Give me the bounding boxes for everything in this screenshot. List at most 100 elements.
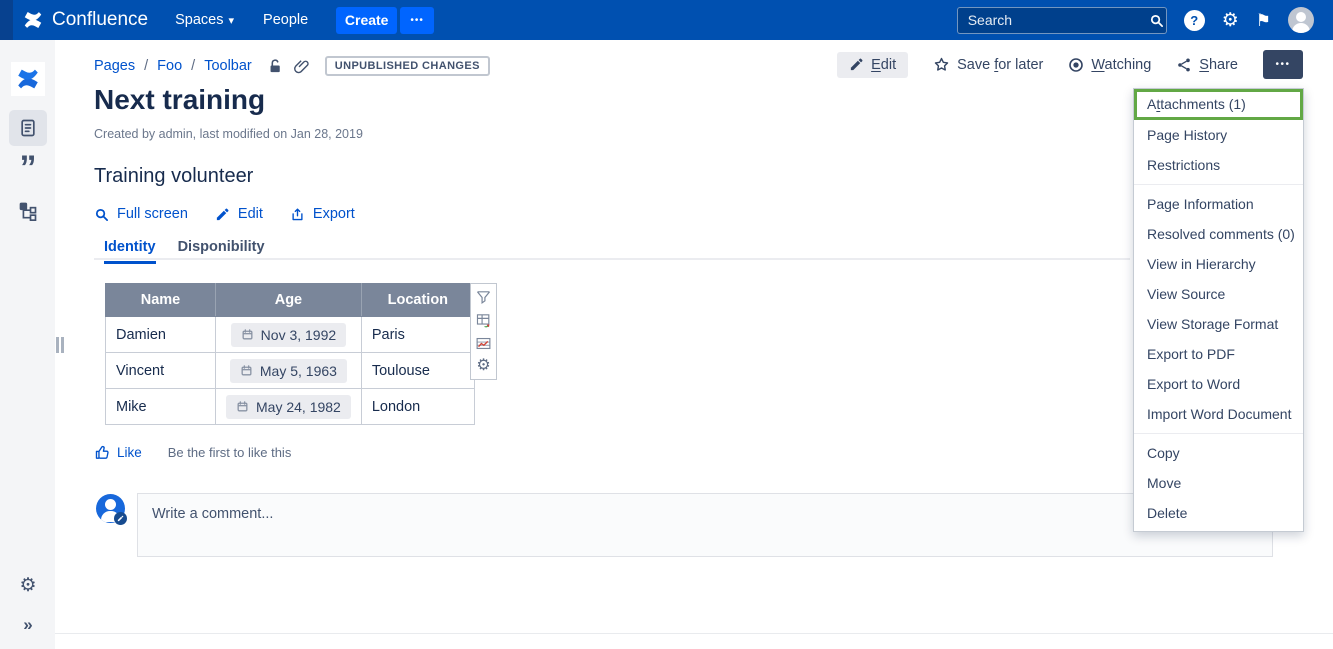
column-header-age[interactable]: Age [216, 284, 362, 317]
full-screen-link[interactable]: Full screen [94, 206, 188, 222]
export-icon [290, 207, 305, 222]
menu-separator [1134, 184, 1303, 185]
attachments-paperclip-icon[interactable] [293, 58, 310, 75]
table-row: Mike May 24, 1982 London [106, 389, 475, 425]
like-button[interactable]: Like [94, 444, 142, 461]
table-filter-icon[interactable] [474, 287, 494, 307]
column-header-name[interactable]: Name [106, 284, 216, 317]
cell-location[interactable]: Paris [361, 317, 474, 353]
table-side-toolbar: ⚙ [470, 283, 497, 380]
edit-button[interactable]: Edit [837, 52, 908, 78]
thumbs-up-icon [94, 444, 111, 461]
cell-name[interactable]: Vincent [106, 353, 216, 389]
cell-name[interactable]: Mike [106, 389, 216, 425]
search-box[interactable] [957, 7, 1167, 34]
sidebar-item-pages[interactable] [9, 110, 47, 146]
page-actions-bar: Edit Save for later Watching Share ••• [837, 50, 1303, 79]
create-button[interactable]: Create [336, 7, 397, 34]
magnifier-icon [94, 207, 109, 222]
space-settings-gear-icon[interactable]: ⚙ [11, 573, 45, 597]
cell-age[interactable]: May 24, 1982 [216, 389, 362, 425]
sidebar-item-blog[interactable]: ” [11, 152, 45, 184]
menu-separator [1134, 433, 1303, 434]
breadcrumb-separator: / [191, 58, 195, 74]
comment-user-avatar[interactable] [96, 494, 125, 523]
pencil-icon [849, 57, 864, 72]
calendar-icon [240, 364, 253, 377]
breadcrumb-foo[interactable]: Foo [157, 58, 182, 74]
unrestricted-lock-icon[interactable] [267, 58, 284, 75]
menu-item-view-source[interactable]: View Source [1134, 279, 1303, 309]
cell-location[interactable]: Toulouse [361, 353, 474, 389]
hierarchy-tree-icon [18, 201, 38, 221]
avatar-torso [1292, 23, 1310, 33]
menu-item-move[interactable]: Move [1134, 468, 1303, 498]
page-title: Next training [94, 84, 265, 116]
content-bottom-rule [55, 633, 1333, 634]
more-actions-menu: Attachments (1) Page History Restriction… [1133, 88, 1304, 532]
sidebar-item-hierarchy[interactable] [11, 196, 45, 226]
watching-button[interactable]: Watching [1068, 57, 1151, 73]
menu-item-copy[interactable]: Copy [1134, 438, 1303, 468]
cell-age[interactable]: May 5, 1963 [216, 353, 362, 389]
table-row: Damien Nov 3, 1992 Paris [106, 317, 475, 353]
cell-name[interactable]: Damien [106, 317, 216, 353]
watch-eye-icon [1068, 57, 1084, 73]
topbar-right-cluster: ? ⚙ ⚑ [957, 0, 1333, 40]
user-avatar[interactable] [1288, 7, 1314, 33]
table-pivot-icon[interactable] [474, 310, 494, 330]
breadcrumb-pages[interactable]: Pages [94, 58, 135, 74]
menu-item-restrictions[interactable]: Restrictions [1134, 150, 1303, 180]
date-pill[interactable]: May 24, 1982 [226, 395, 351, 419]
menu-item-page-history[interactable]: Page History [1134, 120, 1303, 150]
menu-item-export-to-word[interactable]: Export to Word [1134, 369, 1303, 399]
menu-item-attachments[interactable]: Attachments (1) [1134, 89, 1303, 120]
menu-item-resolved-comments[interactable]: Resolved comments (0) [1134, 219, 1303, 249]
search-input[interactable] [968, 12, 1149, 28]
create-more-button[interactable]: ••• [400, 7, 434, 34]
help-icon[interactable]: ? [1184, 10, 1205, 31]
volunteer-table: Name Age Location Damien Nov 3, 1992 Par… [105, 283, 475, 425]
sidebar-expand-icon[interactable]: » [11, 614, 45, 636]
nav-people[interactable]: People [263, 12, 308, 28]
tab-disponibility[interactable]: Disponibility [178, 239, 265, 264]
menu-item-view-in-hierarchy[interactable]: View in Hierarchy [1134, 249, 1303, 279]
chevron-down-icon: ▾ [229, 14, 235, 27]
cell-age[interactable]: Nov 3, 1992 [216, 317, 362, 353]
menu-item-delete[interactable]: Delete [1134, 498, 1303, 528]
space-logo-tile[interactable] [11, 62, 45, 96]
notifications-flag-icon[interactable]: ⚑ [1256, 12, 1271, 29]
confluence-home-link[interactable]: Confluence [22, 9, 148, 31]
cell-location[interactable]: London [361, 389, 474, 425]
menu-item-page-information[interactable]: Page Information [1134, 189, 1303, 219]
date-pill[interactable]: May 5, 1963 [230, 359, 347, 383]
sidebar-resize-grip[interactable] [56, 337, 64, 353]
menu-item-import-word-document[interactable]: Import Word Document [1134, 399, 1303, 429]
menu-item-export-to-pdf[interactable]: Export to PDF [1134, 339, 1303, 369]
calendar-icon [236, 400, 249, 413]
save-for-later-button[interactable]: Save for later [933, 56, 1043, 73]
table-chart-icon[interactable] [474, 333, 494, 353]
comment-input[interactable]: Write a comment... [137, 493, 1273, 557]
export-link[interactable]: Export [290, 206, 355, 222]
brand-label: Confluence [52, 9, 148, 31]
table-settings-gear-icon[interactable]: ⚙ [474, 356, 494, 376]
pencil-icon [215, 207, 230, 222]
share-icon [1176, 57, 1192, 73]
date-pill[interactable]: Nov 3, 1992 [231, 323, 347, 347]
macro-links-row: Full screen Edit Export [94, 206, 355, 222]
page-byline: Created by admin, last modified on Jan 2… [94, 127, 363, 141]
share-button[interactable]: Share [1176, 57, 1238, 73]
tab-identity[interactable]: Identity [104, 239, 156, 264]
nav-spaces[interactable]: Spaces ▾ [175, 12, 234, 28]
quote-icon: ” [20, 159, 37, 178]
like-hint-text: Be the first to like this [168, 445, 292, 460]
search-icon[interactable] [1149, 13, 1164, 28]
confluence-logo-icon [22, 9, 44, 31]
more-actions-button[interactable]: ••• [1263, 50, 1303, 79]
menu-item-view-storage-format[interactable]: View Storage Format [1134, 309, 1303, 339]
breadcrumb-toolbar[interactable]: Toolbar [204, 58, 252, 74]
column-header-location[interactable]: Location [361, 284, 474, 317]
admin-gear-icon[interactable]: ⚙ [1222, 11, 1239, 30]
macro-edit-link[interactable]: Edit [215, 206, 263, 222]
